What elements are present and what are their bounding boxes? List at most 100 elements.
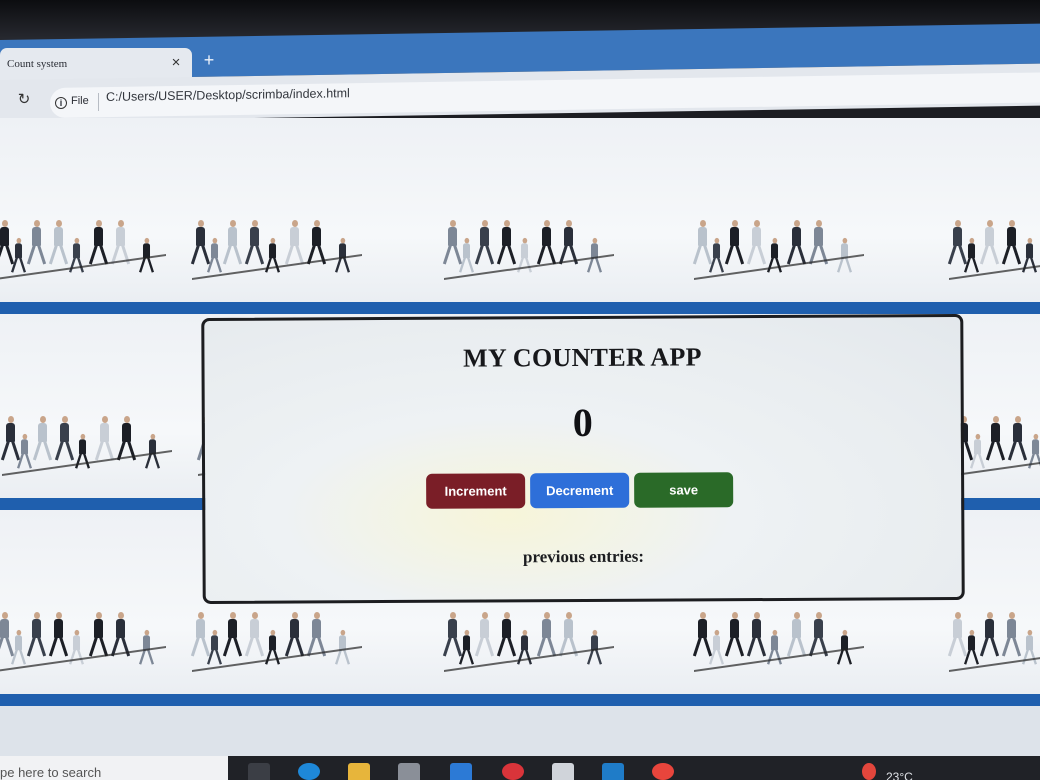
walker-figure xyxy=(265,237,280,273)
taskbar-search-box[interactable]: pe here to search xyxy=(0,756,228,780)
walker-figure xyxy=(139,237,154,273)
vscode-icon[interactable] xyxy=(602,763,624,780)
walker-figure xyxy=(284,220,305,266)
walker-figure xyxy=(496,612,517,658)
walker-figure xyxy=(222,220,243,266)
search-placeholder: pe here to search xyxy=(0,765,102,780)
walker-figure xyxy=(190,612,211,658)
count-display: 0 xyxy=(572,399,593,446)
site-info-button[interactable]: i File xyxy=(55,95,89,113)
walker-figure xyxy=(94,416,115,462)
walker-figure xyxy=(1001,612,1022,658)
task-view-icon[interactable] xyxy=(248,763,270,780)
walker-figure xyxy=(517,237,532,273)
walking-people-illustration xyxy=(188,196,368,280)
browser-tab[interactable]: Count system × xyxy=(0,48,192,80)
banner-stripe xyxy=(0,302,1040,314)
walker-figure xyxy=(786,612,807,658)
walker-figure xyxy=(0,416,21,462)
weather-temperature[interactable]: 23°C xyxy=(886,770,913,780)
walker-figure xyxy=(442,220,463,266)
file-explorer-icon[interactable] xyxy=(348,763,370,780)
walker-figure xyxy=(692,612,713,658)
walker-figure xyxy=(1007,416,1028,462)
chrome-icon[interactable] xyxy=(652,763,674,780)
info-icon: i xyxy=(55,97,67,109)
walking-people-illustration xyxy=(0,588,172,672)
walker-figure xyxy=(244,220,265,266)
walker-figure xyxy=(190,220,211,266)
background-banner xyxy=(0,118,1040,314)
store-icon[interactable] xyxy=(398,763,420,780)
walker-figure xyxy=(985,416,1006,462)
walker-figure xyxy=(335,237,350,273)
walker-figure xyxy=(11,629,26,665)
walker-figure xyxy=(587,629,602,665)
walker-figure xyxy=(222,612,243,658)
walker-figure xyxy=(536,612,557,658)
weather-icon[interactable] xyxy=(862,763,876,780)
walker-figure xyxy=(26,612,47,658)
walker-figure xyxy=(746,612,767,658)
walker-figure xyxy=(26,220,47,266)
walker-figure xyxy=(75,433,90,469)
edge-icon[interactable] xyxy=(298,763,320,780)
walker-figure xyxy=(947,220,968,266)
previous-entries-label: previous entries: xyxy=(522,546,645,567)
walker-figure xyxy=(979,612,1000,658)
walking-people-illustration xyxy=(0,196,172,280)
walker-figure xyxy=(536,220,557,266)
walker-figure xyxy=(517,629,532,665)
banner-stripe xyxy=(0,694,1040,706)
walking-people-illustration xyxy=(690,196,870,280)
walker-figure xyxy=(837,629,852,665)
walker-figure xyxy=(979,220,1000,266)
walker-figure xyxy=(474,220,495,266)
walker-figure xyxy=(32,416,53,462)
walker-figure xyxy=(88,612,109,658)
walker-figure xyxy=(474,612,495,658)
new-tab-icon[interactable]: + xyxy=(200,51,218,69)
walker-figure xyxy=(692,220,713,266)
walker-figure xyxy=(1022,237,1037,273)
walker-figure xyxy=(244,612,265,658)
walker-figure xyxy=(1001,220,1022,266)
walker-figure xyxy=(207,237,222,273)
walker-figure xyxy=(88,220,109,266)
walker-figure xyxy=(587,237,602,273)
walker-figure xyxy=(0,612,15,658)
decrement-button[interactable]: Decrement xyxy=(530,472,630,509)
walker-figure xyxy=(459,237,474,273)
site-info-label: File xyxy=(71,95,89,107)
walker-figure xyxy=(48,612,69,658)
tab-title: Count system xyxy=(7,58,68,70)
walker-figure xyxy=(1022,629,1037,665)
walker-figure xyxy=(54,416,75,462)
walker-figure xyxy=(48,220,69,266)
url-separator xyxy=(98,93,99,111)
walker-figure xyxy=(496,220,517,266)
walker-figure xyxy=(970,433,985,469)
close-tab-icon[interactable]: × xyxy=(168,54,184,72)
counter-card: MY COUNTER APP 0 Increment Decrement sav… xyxy=(201,314,965,604)
opera-icon[interactable] xyxy=(502,763,524,780)
reload-icon[interactable]: ↻ xyxy=(14,90,34,110)
walker-figure xyxy=(1028,433,1040,469)
notepad-icon[interactable] xyxy=(552,763,574,780)
mail-icon[interactable] xyxy=(450,763,472,780)
walker-figure xyxy=(837,237,852,273)
walking-people-illustration xyxy=(0,392,178,476)
walker-figure xyxy=(442,612,463,658)
walker-figure xyxy=(0,220,15,266)
increment-button[interactable]: Increment xyxy=(426,473,526,509)
walker-figure xyxy=(17,433,32,469)
walker-figure xyxy=(265,629,280,665)
walker-figure xyxy=(69,629,84,665)
walker-figure xyxy=(69,237,84,273)
save-button[interactable]: save xyxy=(634,472,734,508)
button-row: Increment Decrement save xyxy=(426,472,738,510)
walker-figure xyxy=(746,220,767,266)
walker-figure xyxy=(284,612,305,658)
walker-figure xyxy=(709,629,724,665)
walker-figure xyxy=(964,237,979,273)
